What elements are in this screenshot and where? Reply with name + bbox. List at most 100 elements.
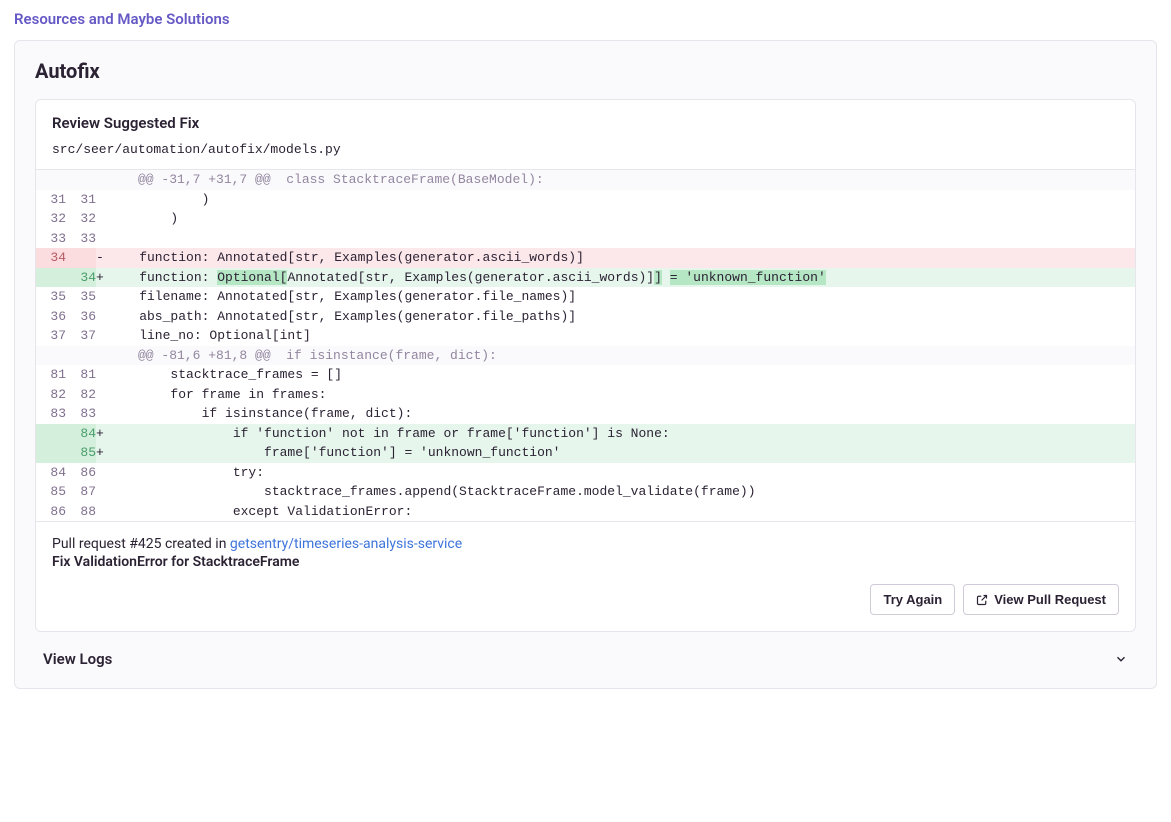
old-line-number: 86: [36, 502, 66, 522]
new-line-number: 83: [66, 404, 96, 424]
review-label: Review Suggested Fix: [52, 114, 1119, 132]
action-buttons: Try Again View Pull Request: [52, 584, 1119, 615]
new-line-number: 37: [66, 326, 96, 346]
diff-content: [108, 229, 1135, 249]
diff-sign: [96, 502, 108, 522]
diff-content: function: Annotated[str, Examples(genera…: [108, 248, 1135, 268]
diff-line: 8181 stacktrace_frames = []: [36, 365, 1135, 385]
diff-line: 34 - function: Annotated[str, Examples(ge…: [36, 248, 1135, 268]
new-line-number: 88: [66, 502, 96, 522]
diff-content: ): [108, 209, 1135, 229]
diff-sign: +: [96, 443, 108, 463]
diff-content: line_no: Optional[int]: [108, 326, 1135, 346]
section-heading[interactable]: Resources and Maybe Solutions: [14, 10, 1157, 28]
suggested-fix-card: Review Suggested Fix src/seer/automation…: [35, 99, 1136, 632]
diff-content: for frame in frames:: [108, 385, 1135, 405]
new-line-number: 32: [66, 209, 96, 229]
file-path: src/seer/automation/autofix/models.py: [52, 142, 1119, 157]
new-line-number: 87: [66, 482, 96, 502]
diff-line: 3737 line_no: Optional[int]: [36, 326, 1135, 346]
diff-line: 34+ function: Optional[Annotated[str, Ex…: [36, 268, 1135, 288]
new-line-number: 31: [66, 190, 96, 210]
old-line-number: 37: [36, 326, 66, 346]
diff-content: filename: Annotated[str, Examples(genera…: [108, 287, 1135, 307]
view-logs-label: View Logs: [43, 650, 112, 668]
diff-content: try:: [108, 463, 1135, 483]
diff-sign: [96, 307, 108, 327]
new-line-number: 34: [66, 268, 96, 288]
diff-line: 3333: [36, 229, 1135, 249]
old-line-number: 84: [36, 463, 66, 483]
diff-sign: [96, 404, 108, 424]
card-footer: Pull request #425 created in getsentry/t…: [36, 521, 1135, 631]
diff-line: 3232 ): [36, 209, 1135, 229]
diff-table: @@ -31,7 +31,7 @@ class StacktraceFrame(…: [36, 169, 1135, 521]
diff-sign: [96, 385, 108, 405]
external-link-icon: [976, 594, 988, 606]
new-line-number: 81: [66, 365, 96, 385]
hunk-header-text: @@ -31,7 +31,7 @@ class StacktraceFrame(…: [108, 170, 1135, 190]
diff-hunk-header: @@ -31,7 +31,7 @@ class StacktraceFrame(…: [36, 170, 1135, 190]
diff-line: 85+ frame['function'] = 'unknown_functio…: [36, 443, 1135, 463]
new-line-number: 84: [66, 424, 96, 444]
hunk-header-text: @@ -81,6 +81,8 @@ if isinstance(frame, d…: [108, 346, 1135, 366]
view-logs-toggle[interactable]: View Logs: [35, 638, 1136, 672]
diff-line: 3636 abs_path: Annotated[str, Examples(g…: [36, 307, 1135, 327]
try-again-button[interactable]: Try Again: [870, 584, 955, 615]
diff-hunk-header: @@ -81,6 +81,8 @@ if isinstance(frame, d…: [36, 346, 1135, 366]
diff-sign: [96, 190, 108, 210]
new-line-number: 85: [66, 443, 96, 463]
old-line-number: [36, 424, 66, 444]
autofix-panel: Autofix Review Suggested Fix src/seer/au…: [14, 40, 1157, 689]
old-line-number: 36: [36, 307, 66, 327]
diff-sign: [96, 463, 108, 483]
panel-title: Autofix: [35, 59, 1136, 83]
old-line-number: 33: [36, 229, 66, 249]
old-line-number: 35: [36, 287, 66, 307]
diff-content: ): [108, 190, 1135, 210]
diff-sign: [96, 326, 108, 346]
diff-line: 8587 stacktrace_frames.append(Stacktrace…: [36, 482, 1135, 502]
old-line-number: 34: [36, 248, 66, 268]
old-line-number: 32: [36, 209, 66, 229]
pr-prefix: Pull request #425 created in: [52, 536, 230, 552]
old-line-number: 85: [36, 482, 66, 502]
diff-sign: [96, 229, 108, 249]
diff-line: 8486 try:: [36, 463, 1135, 483]
diff-sign: [96, 365, 108, 385]
new-line-number: [66, 248, 96, 268]
diff-content: except ValidationError:: [108, 502, 1135, 522]
diff-sign: [96, 287, 108, 307]
old-line-number: [36, 443, 66, 463]
diff-line: 84+ if 'function' not in frame or frame[…: [36, 424, 1135, 444]
new-line-number: 82: [66, 385, 96, 405]
old-line-number: 81: [36, 365, 66, 385]
diff-line: 8282 for frame in frames:: [36, 385, 1135, 405]
new-line-number: 35: [66, 287, 96, 307]
new-line-number: 86: [66, 463, 96, 483]
diff-line: 3535 filename: Annotated[str, Examples(g…: [36, 287, 1135, 307]
old-line-number: 31: [36, 190, 66, 210]
diff-sign: [96, 209, 108, 229]
pr-repo-link[interactable]: getsentry/timeseries-analysis-service: [230, 536, 462, 552]
diff-line: 8383 if isinstance(frame, dict):: [36, 404, 1135, 424]
diff-sign: -: [96, 248, 108, 268]
diff-content: stacktrace_frames.append(StacktraceFrame…: [108, 482, 1135, 502]
card-header: Review Suggested Fix src/seer/automation…: [36, 100, 1135, 169]
old-line-number: 82: [36, 385, 66, 405]
new-line-number: 33: [66, 229, 96, 249]
diff-content: function: Optional[Annotated[str, Exampl…: [108, 268, 1135, 288]
new-line-number: 36: [66, 307, 96, 327]
pr-title: Fix ValidationError for StacktraceFrame: [52, 554, 1119, 570]
view-pr-label: View Pull Request: [994, 592, 1106, 607]
view-pull-request-button[interactable]: View Pull Request: [963, 584, 1119, 615]
diff-content: frame['function'] = 'unknown_function': [108, 443, 1135, 463]
diff-sign: +: [96, 424, 108, 444]
old-line-number: [36, 268, 66, 288]
diff-content: abs_path: Annotated[str, Examples(genera…: [108, 307, 1135, 327]
old-line-number: 83: [36, 404, 66, 424]
diff-content: if isinstance(frame, dict):: [108, 404, 1135, 424]
diff-content: stacktrace_frames = []: [108, 365, 1135, 385]
diff-line: 8688 except ValidationError:: [36, 502, 1135, 522]
pr-created-line: Pull request #425 created in getsentry/t…: [52, 536, 1119, 552]
